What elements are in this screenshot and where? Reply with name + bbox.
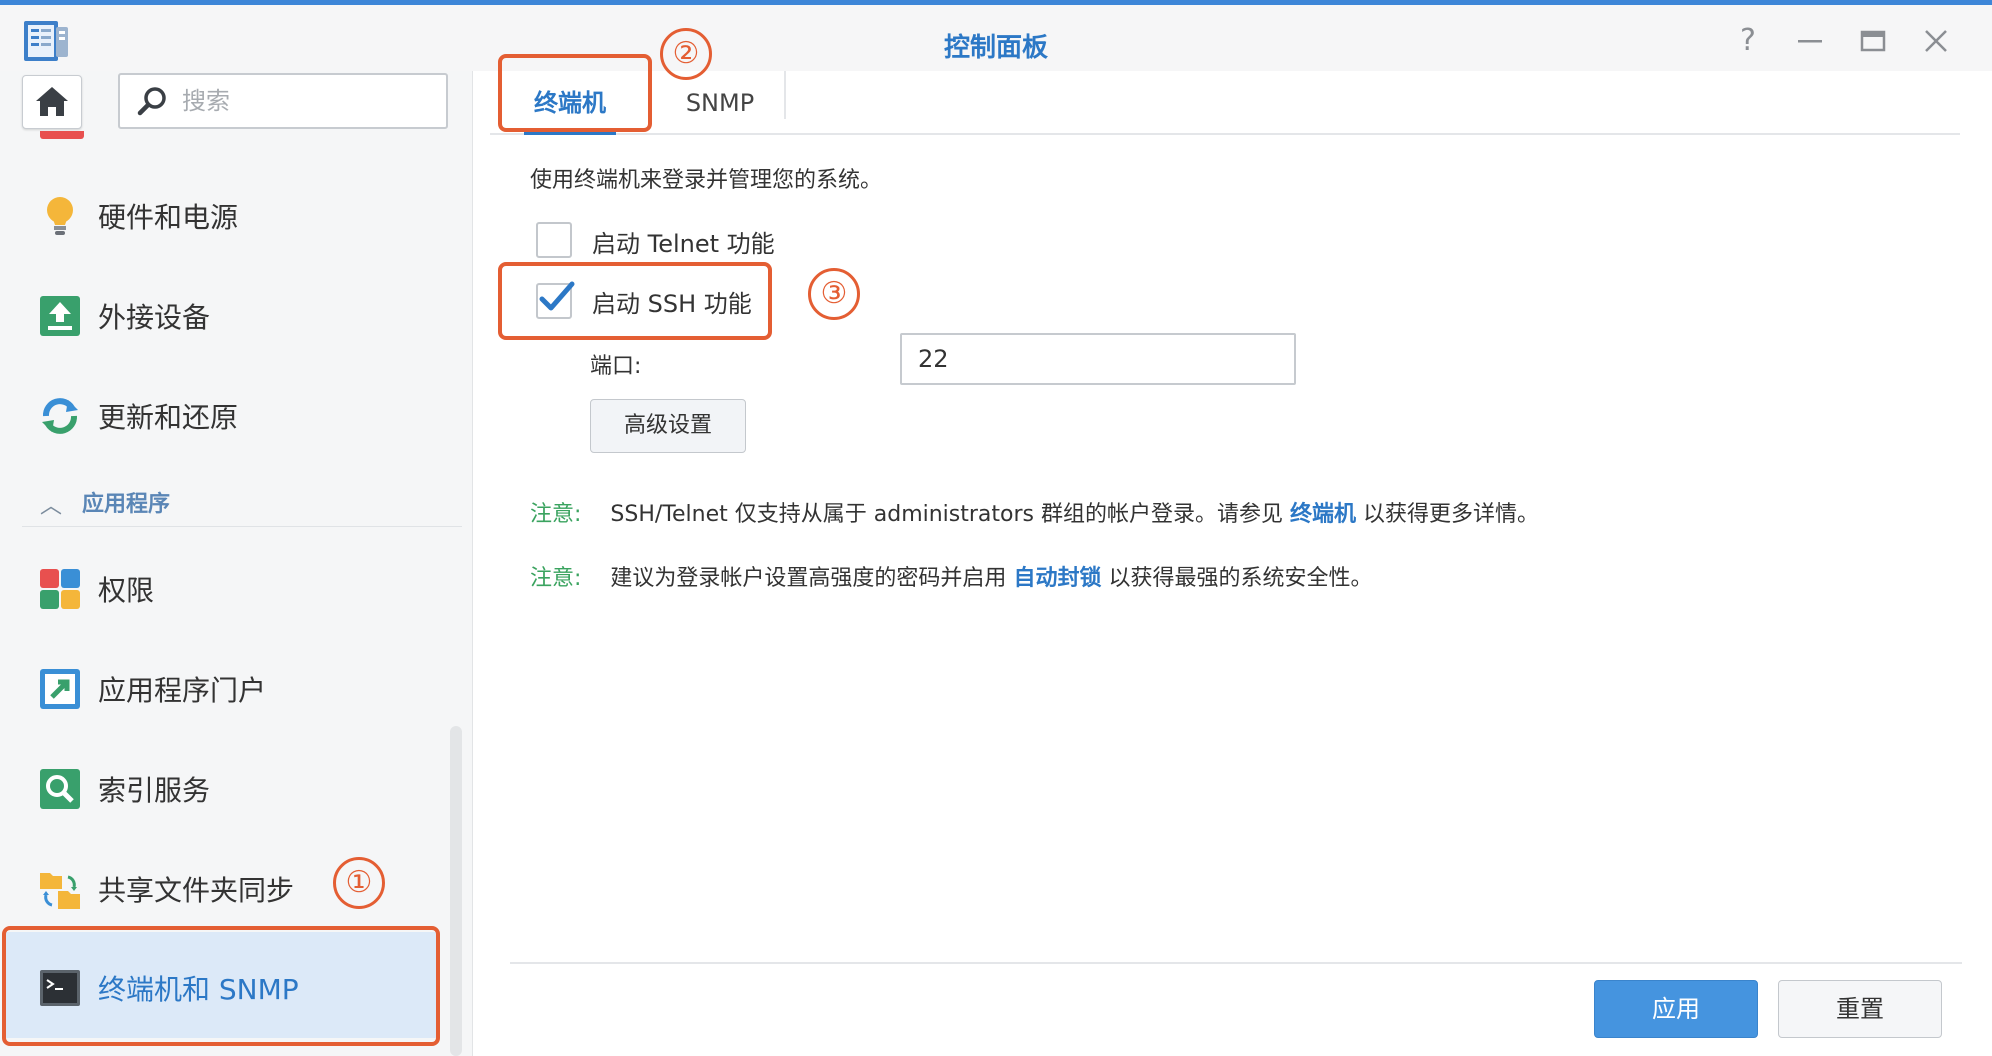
sidebar-item-label: 应用程序门户 (98, 674, 267, 707)
note-text: SSH/Telnet 仅支持从属于 administrators 群组的帐户登录… (610, 502, 1283, 527)
telnet-checkbox[interactable] (536, 222, 572, 258)
search-input[interactable] (180, 83, 434, 119)
sidebar-item-hardware-power[interactable]: 硬件和电源 (0, 178, 450, 250)
search-icon (137, 87, 166, 116)
sidebar-item-label: 硬件和电源 (98, 201, 239, 234)
external-device-icon (40, 296, 80, 336)
lightbulb-icon (47, 197, 73, 235)
home-button[interactable] (22, 75, 82, 129)
reset-button[interactable]: 重置 (1778, 980, 1942, 1038)
tab-snmp[interactable]: SNMP (660, 83, 780, 123)
highlight-box-tab (498, 54, 652, 132)
sidebar-item-update-restore[interactable]: 更新和还原 (0, 378, 450, 450)
app-portal-icon (40, 669, 80, 709)
note-text: 建议为登录帐户设置高强度的密码并启用 (610, 566, 1007, 591)
apply-button[interactable]: 应用 (1594, 980, 1758, 1038)
chevron-up-icon: ︿ (40, 494, 63, 519)
highlight-box-ssh (498, 262, 772, 340)
annotation-marker-2: ② (660, 28, 712, 80)
sidebar-scrollbar[interactable] (450, 726, 462, 1056)
telnet-checkbox-label: 启动 Telnet 功能 (592, 230, 775, 258)
title-bar: 控制面板 ? (0, 5, 1992, 71)
sidebar-item-label: 外接设备 (98, 301, 211, 334)
sidebar-item-external-devices[interactable]: 外接设备 (0, 278, 450, 350)
terminal-help-link[interactable]: 终端机 (1290, 502, 1356, 527)
note-text-after: 以获得最强的系统安全性。 (1108, 566, 1373, 591)
annotation-marker-1: ① (333, 857, 385, 909)
tab-divider (784, 71, 786, 119)
footer-divider (510, 962, 1962, 964)
port-input[interactable] (900, 333, 1296, 385)
shared-folder-sync-icon (40, 873, 80, 909)
note-text-after: 以获得更多详情。 (1363, 502, 1540, 527)
minimize-icon[interactable] (1792, 23, 1828, 59)
search-box[interactable] (118, 73, 448, 129)
close-icon[interactable] (1918, 23, 1954, 59)
sidebar-item-indexing-service[interactable]: 索引服务 (0, 751, 450, 823)
help-icon[interactable]: ? (1730, 23, 1766, 59)
group-header-applications[interactable]: ︿ 应用程序 (22, 480, 462, 527)
annotation-marker-3: ③ (808, 268, 860, 320)
note-security: 注意: 建议为登录帐户设置高强度的密码并启用 自动封锁 以获得最强的系统安全性。 (530, 560, 1372, 592)
tab-bar: 终端机 SNMP (490, 71, 1960, 135)
maximize-icon[interactable] (1855, 23, 1891, 59)
note-prefix: 注意: (530, 502, 582, 527)
home-icon (36, 87, 68, 116)
update-restore-icon (42, 398, 78, 434)
sidebar-item-label: 更新和还原 (98, 401, 239, 434)
note-prefix: 注意: (530, 566, 582, 591)
partial-sidebar-icon (40, 131, 84, 139)
sidebar-item-label: 共享文件夹同步 (98, 874, 295, 907)
privileges-icon (40, 569, 80, 609)
sidebar-item-label: 权限 (98, 574, 155, 607)
terminal-description: 使用终端机来登录并管理您的系统。 (530, 168, 883, 193)
note-admin-only: 注意: SSH/Telnet 仅支持从属于 administrators 群组的… (530, 496, 1539, 528)
sidebar-item-label: 索引服务 (98, 774, 211, 807)
group-header-label: 应用程序 (82, 492, 171, 517)
auto-block-link[interactable]: 自动封锁 (1013, 566, 1101, 591)
advanced-settings-button[interactable]: 高级设置 (590, 399, 746, 453)
window-title: 控制面板 (943, 33, 1048, 63)
sidebar-item-privileges[interactable]: 权限 (0, 551, 450, 623)
highlight-box-sidebar (2, 926, 440, 1046)
indexing-service-icon (40, 769, 80, 809)
sidebar-item-app-portal[interactable]: 应用程序门户 (0, 651, 450, 723)
port-label: 端口: (590, 354, 642, 379)
